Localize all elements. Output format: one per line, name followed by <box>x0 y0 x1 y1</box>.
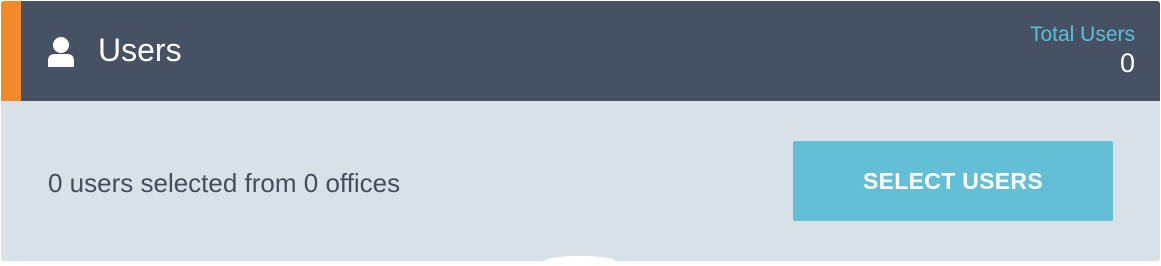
panel-header: Users Total Users 0 <box>1 1 1160 101</box>
bottom-notch <box>545 256 615 266</box>
total-users-label: Total Users <box>1029 23 1135 46</box>
total-users-count: 0 <box>1119 48 1135 78</box>
users-panel: Users Total Users 0 0 users selected fro… <box>1 1 1160 261</box>
accent-bar <box>1 1 21 101</box>
select-users-button[interactable]: SELECT USERS <box>793 141 1113 221</box>
panel-title: Users <box>98 32 182 68</box>
selection-summary: 0 users selected from 0 offices <box>48 168 401 198</box>
user-icon <box>46 36 76 68</box>
